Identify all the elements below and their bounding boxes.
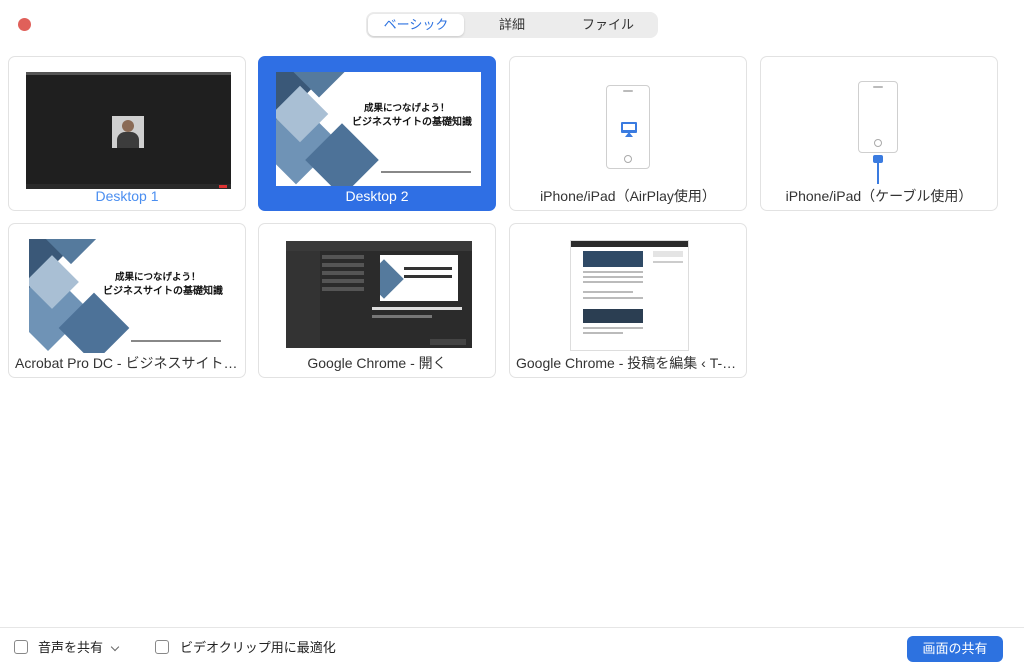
- card-label: Desktop 1: [95, 188, 159, 204]
- phone-icon: [858, 81, 898, 153]
- share-audio-label: 音声を共有: [38, 640, 104, 655]
- optimize-video-checkbox[interactable]: [155, 640, 169, 654]
- slide-title-line-2: ビジネスサイトの基礎知識: [103, 286, 223, 297]
- card-label: iPhone/iPad（ケーブル使用）: [785, 188, 973, 204]
- slide-title-line-1: 成果につなげよう！: [115, 272, 201, 283]
- share-option-chrome-edit[interactable]: Google Chrome - 投稿を編集 ‹ T-ST…: [509, 223, 747, 378]
- tab-basic[interactable]: ベーシック: [368, 14, 464, 36]
- share-option-acrobat[interactable]: 成果につなげよう！ ビジネスサイトの基礎知識 Acrobat Pro DC - …: [8, 223, 246, 378]
- chrome-open-thumbnail: [286, 241, 472, 348]
- optimize-video-label: ビデオクリップ用に最適化: [180, 640, 336, 655]
- desktop-2-thumbnail: 成果につなげよう！ ビジネスサイトの基礎知識: [276, 72, 481, 186]
- tab-advanced[interactable]: 詳細: [464, 14, 560, 36]
- share-audio-checkbox[interactable]: [14, 640, 28, 654]
- acrobat-thumbnail: 成果につなげよう！ ビジネスサイトの基礎知識: [29, 239, 227, 353]
- card-label: Acrobat Pro DC - ビジネスサイトの…: [15, 355, 245, 371]
- share-screen-button[interactable]: 画面の共有: [907, 636, 1003, 662]
- card-label: iPhone/iPad（AirPlay使用）: [540, 188, 716, 204]
- desktop-1-thumbnail: [26, 72, 231, 189]
- close-window-button[interactable]: [18, 18, 31, 31]
- slide-title-line-1: 成果につなげよう！: [364, 103, 450, 114]
- slide-title-line-2: ビジネスサイトの基礎知識: [352, 117, 472, 128]
- participant-video-tile: [112, 116, 144, 148]
- chrome-edit-thumbnail: [570, 240, 689, 351]
- phone-icon: [606, 85, 650, 169]
- share-tabs: ベーシック 詳細 ファイル: [366, 12, 658, 38]
- tab-files[interactable]: ファイル: [560, 14, 656, 36]
- card-label: Desktop 2: [345, 188, 409, 204]
- share-option-iphone-airplay[interactable]: iPhone/iPad（AirPlay使用）: [509, 56, 747, 211]
- share-option-chrome-open[interactable]: Google Chrome - 開く: [258, 223, 496, 378]
- card-label: Google Chrome - 投稿を編集 ‹ T-ST…: [516, 355, 746, 371]
- chevron-down-icon[interactable]: [110, 642, 120, 652]
- card-label: Google Chrome - 開く: [307, 355, 447, 371]
- footer-divider: [0, 627, 1024, 628]
- share-option-desktop-2[interactable]: 成果につなげよう！ ビジネスサイトの基礎知識 Desktop 2: [258, 56, 496, 211]
- share-option-iphone-cable[interactable]: iPhone/iPad（ケーブル使用）: [760, 56, 998, 211]
- share-option-desktop-1[interactable]: Desktop 1: [8, 56, 246, 211]
